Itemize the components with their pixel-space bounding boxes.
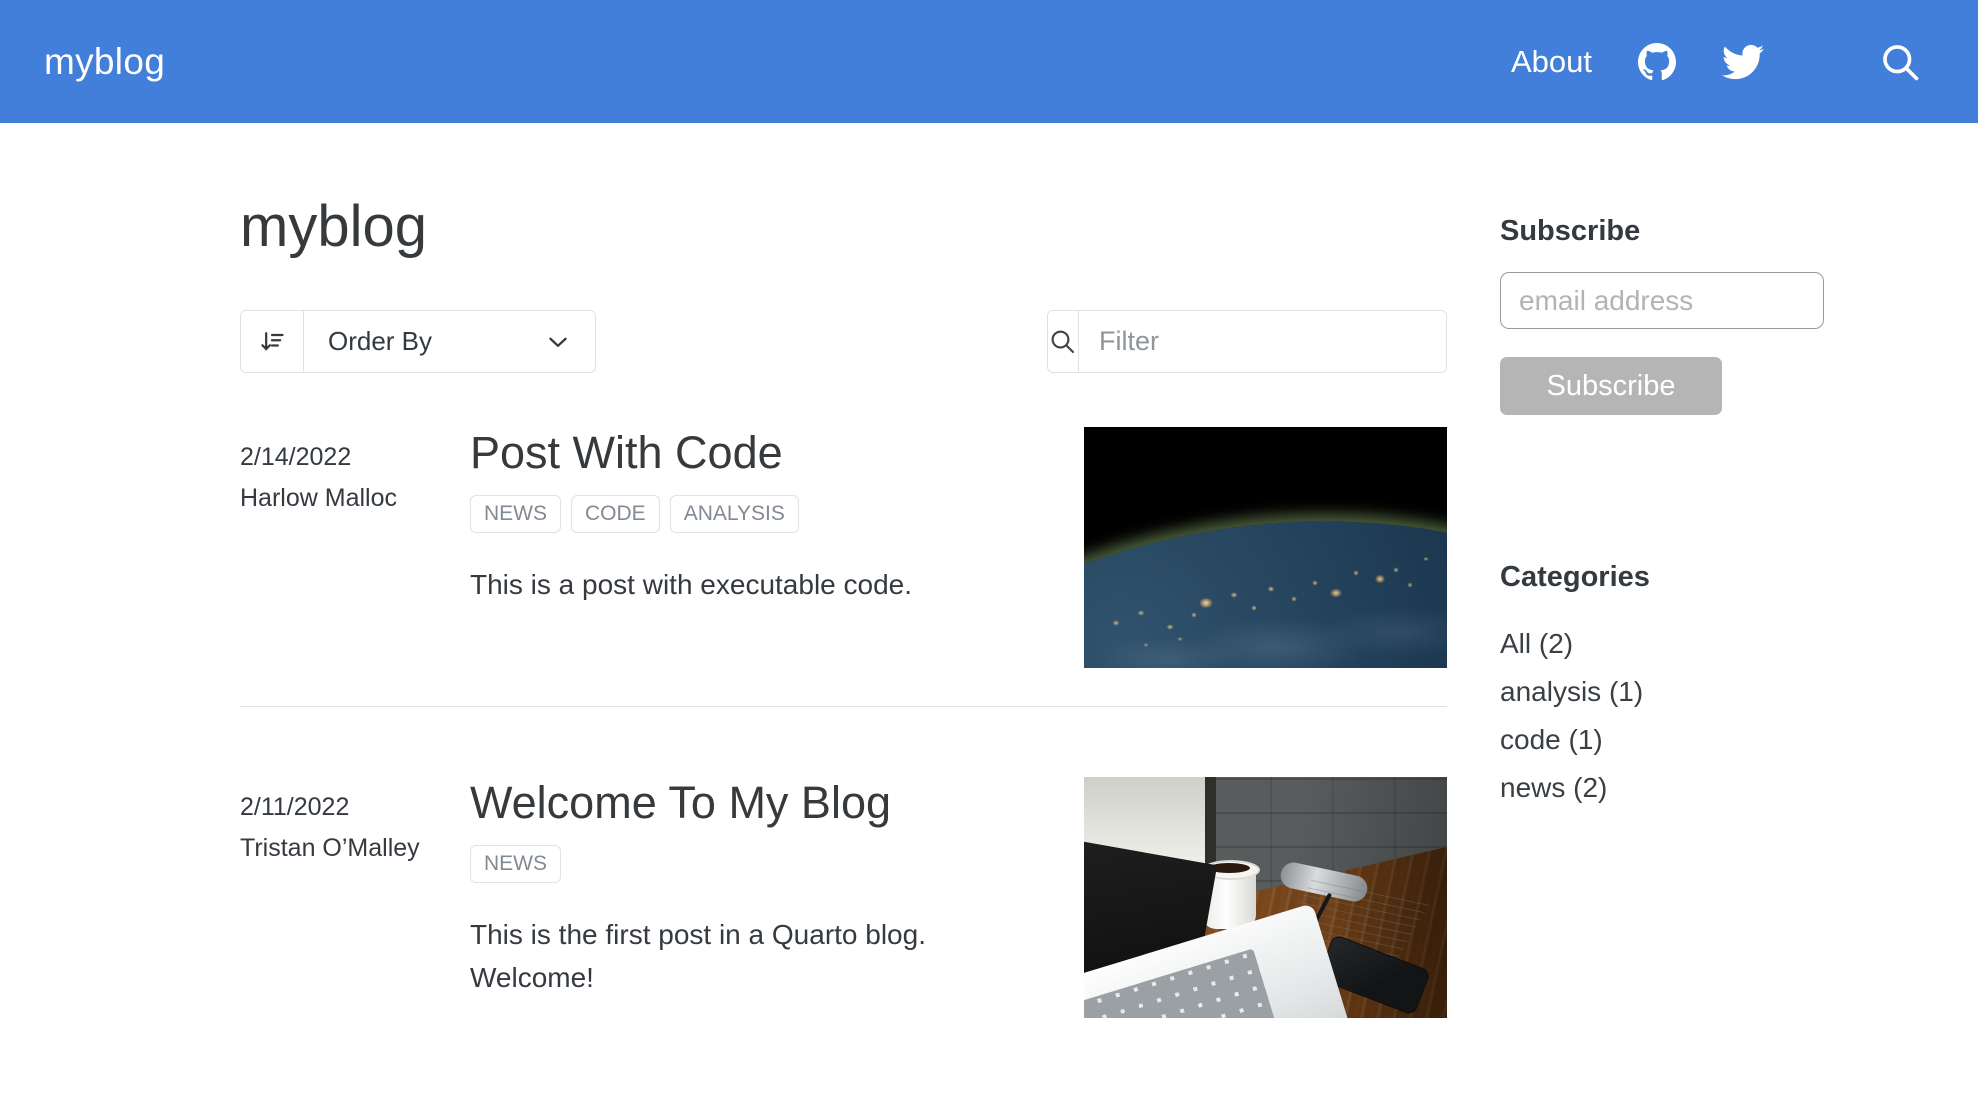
main-column: myblog Order By Filter 2/14/2022 Harlow …	[240, 123, 1447, 1056]
search-icon[interactable]	[1878, 40, 1922, 84]
post-row-1: 2/14/2022 Harlow Malloc Post With Code N…	[240, 427, 1447, 707]
navbar: myblog About	[0, 0, 1978, 123]
post-title[interactable]: Post With Code	[470, 427, 1084, 479]
order-by-control[interactable]: Order By	[240, 310, 596, 373]
tag-news[interactable]: NEWS	[470, 495, 561, 533]
sidebar: Subscribe Subscribe Categories All (2) a…	[1500, 215, 1824, 1056]
tag-news[interactable]: NEWS	[470, 845, 561, 883]
post-body: Post With Code NEWS CODE ANALYSIS This i…	[470, 427, 1084, 668]
post-meta: 2/11/2022 Tristan O’Malley	[240, 777, 470, 1018]
post-author: Tristan O’Malley	[240, 833, 420, 862]
categories-section: Categories All (2) analysis (1) code (1)…	[1500, 561, 1824, 813]
post-title[interactable]: Welcome To My Blog	[470, 777, 1084, 829]
post-tags: NEWS	[470, 845, 1084, 883]
post-meta: 2/14/2022 Harlow Malloc	[240, 427, 470, 668]
post-thumbnail-earth[interactable]	[1084, 427, 1447, 668]
navbar-right: About	[1511, 40, 1922, 84]
category-item-analysis[interactable]: analysis (1)	[1500, 668, 1824, 716]
sort-icon	[241, 311, 304, 372]
twitter-icon[interactable]	[1722, 41, 1764, 83]
filter-search-icon	[1048, 311, 1079, 372]
post-description: This is a post with executable code.	[470, 569, 913, 600]
post-row-2: 2/11/2022 Tristan O’Malley Welcome To My…	[240, 707, 1447, 1056]
order-by-select[interactable]: Order By	[304, 311, 595, 372]
post-thumbnail-desk[interactable]	[1084, 777, 1447, 1018]
page-title: myblog	[240, 194, 427, 259]
post-tags: NEWS CODE ANALYSIS	[470, 495, 1084, 533]
post-description: This is the first post in a Quarto blog.…	[470, 919, 926, 994]
post-date: 2/14/2022	[240, 443, 352, 471]
tag-analysis[interactable]: ANALYSIS	[669, 495, 799, 533]
nav-link-about[interactable]: About	[1511, 44, 1592, 80]
post-body: Welcome To My Blog NEWS This is the firs…	[470, 777, 1084, 1018]
category-item-all[interactable]: All (2)	[1500, 620, 1824, 668]
navbar-brand[interactable]: myblog	[44, 41, 165, 83]
subscribe-heading: Subscribe	[1500, 215, 1641, 247]
content-wrap: myblog Order By Filter 2/14/2022 Harlow …	[0, 123, 1978, 1056]
filter-control	[1047, 310, 1447, 373]
category-list: All (2) analysis (1) code (1) news (2)	[1500, 620, 1824, 813]
order-by-label: Order By	[328, 326, 433, 356]
github-icon[interactable]	[1638, 42, 1676, 81]
email-field[interactable]	[1500, 272, 1824, 329]
tag-code[interactable]: CODE	[571, 495, 660, 533]
earth-city-lights	[1084, 427, 1447, 668]
chevron-down-icon	[545, 329, 571, 355]
filter-input[interactable]	[1079, 311, 1446, 372]
post-author: Harlow Malloc	[240, 483, 397, 512]
post-date: 2/11/2022	[240, 793, 350, 821]
category-item-news[interactable]: news (2)	[1500, 764, 1824, 812]
category-item-code[interactable]: code (1)	[1500, 716, 1824, 764]
listing-toolbar: Order By	[240, 310, 1447, 373]
subscribe-button[interactable]: Subscribe	[1500, 357, 1722, 415]
categories-heading: Categories	[1500, 561, 1650, 593]
post-listing: 2/14/2022 Harlow Malloc Post With Code N…	[240, 427, 1447, 1056]
